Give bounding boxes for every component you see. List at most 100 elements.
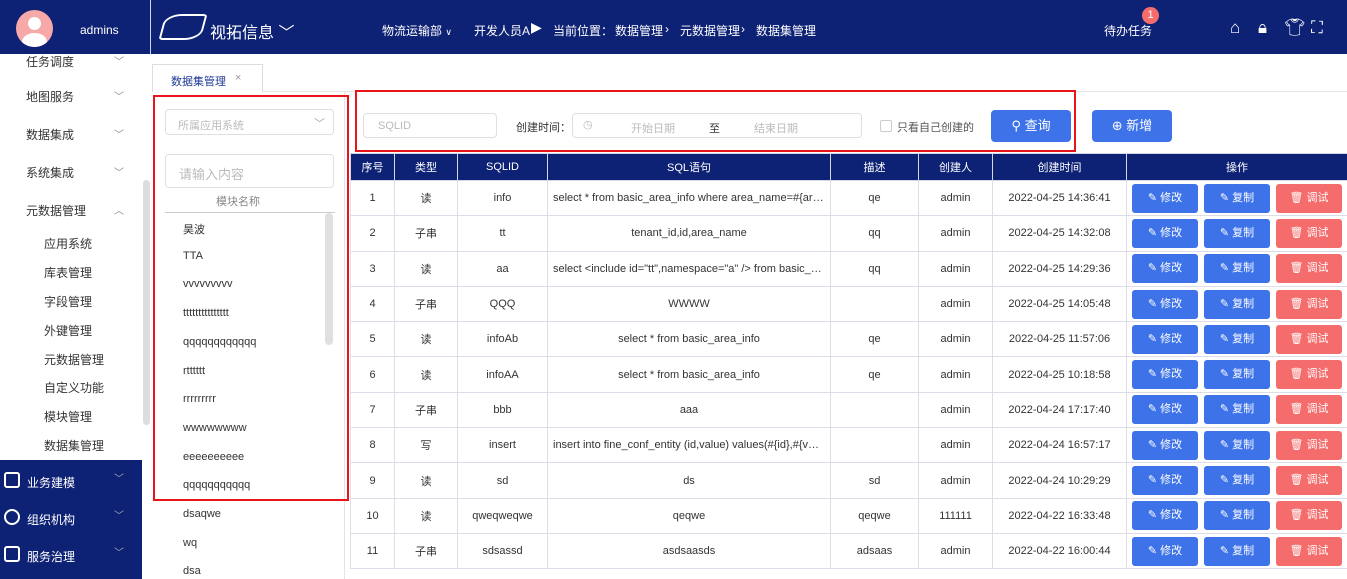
- module-list-item[interactable]: vvvvvvvvv: [183, 278, 233, 290]
- sidebar-subitem[interactable]: 字段管理: [44, 293, 92, 310]
- column-header: 创建人: [918, 153, 993, 181]
- only-mine-checkbox[interactable]: [880, 120, 892, 132]
- sidebar-item-data-integration[interactable]: 数据集成: [26, 126, 74, 143]
- sidebar-subitem[interactable]: 自定义功能: [44, 379, 104, 396]
- table-row: 9 读 sd ds sd admin 2022-04-24 10:29:29 ✎ 修改 ✎ 复制…: [350, 462, 1347, 499]
- row-index: 2: [350, 215, 395, 252]
- edit-button[interactable]: ✎ 修改: [1132, 501, 1198, 531]
- module-search-input[interactable]: 请输入内容: [165, 154, 334, 188]
- breadcrumb-item[interactable]: 元数据管理: [680, 22, 740, 39]
- debug-button[interactable]: 🗑︎ 调试: [1276, 289, 1342, 319]
- edit-button[interactable]: ✎ 修改: [1132, 430, 1198, 460]
- edit-button[interactable]: ✎ 修改: [1132, 289, 1198, 319]
- debug-button[interactable]: 🗑︎ 调试: [1276, 395, 1342, 425]
- sqlid-input[interactable]: SQLID: [363, 113, 497, 138]
- copy-button[interactable]: ✎ 复制: [1204, 183, 1270, 213]
- location-label: 当前位置：: [553, 24, 614, 38]
- edit-button[interactable]: ✎ 修改: [1132, 183, 1198, 213]
- copy-button[interactable]: ✎ 复制: [1204, 360, 1270, 390]
- pencil-icon: ✎: [1219, 191, 1230, 204]
- sidebar-item-service-governance[interactable]: 服务治理 ﹀: [0, 536, 142, 573]
- breadcrumb-item[interactable]: 数据管理: [615, 22, 663, 39]
- debug-button[interactable]: 🗑︎ 调试: [1276, 536, 1342, 566]
- module-list-item[interactable]: ttttttttttttttt: [183, 307, 229, 319]
- date-range-picker[interactable]: ◷ 开始日期 至 结束日期: [572, 113, 862, 138]
- pencil-icon: ✎: [1147, 509, 1158, 522]
- sidebar-item-business-modeling[interactable]: 业务建模 ﹀: [0, 462, 142, 499]
- copy-button[interactable]: ✎ 复制: [1204, 466, 1270, 496]
- edit-button[interactable]: ✎ 修改: [1132, 466, 1198, 496]
- debug-button[interactable]: 🗑︎ 调试: [1276, 218, 1342, 248]
- close-icon[interactable]: ×: [235, 72, 241, 84]
- module-list-item[interactable]: eeeeeeeeee: [183, 451, 244, 463]
- edit-button[interactable]: ✎ 修改: [1132, 254, 1198, 284]
- add-button[interactable]: ⊕ 新增: [1092, 110, 1172, 142]
- sidebar-item-metadata[interactable]: 元数据管理: [26, 202, 86, 219]
- copy-button[interactable]: ✎ 复制: [1204, 218, 1270, 248]
- sidebar-item-task-scheduling[interactable]: 任务调度: [26, 54, 74, 70]
- table-row: 10 读 qweqweqwe qeqwe qeqwe 111111 2022-04-22 1…: [350, 497, 1347, 534]
- fullscreen-icon[interactable]: ⛶: [1311, 18, 1323, 38]
- brand-switcher[interactable]: 视拓信息 ﹀: [210, 19, 294, 43]
- debug-button[interactable]: 🗑︎ 调试: [1276, 183, 1342, 213]
- avatar[interactable]: [16, 10, 53, 47]
- debug-button[interactable]: 🗑︎ 调试: [1276, 501, 1342, 531]
- module-list-item[interactable]: rrrrrrrrr: [183, 393, 216, 405]
- sidebar-subitem[interactable]: 外键管理: [44, 322, 92, 339]
- todo-tasks[interactable]: 待办任务: [1104, 22, 1152, 39]
- shirt-icon[interactable]: 👕︎: [1284, 18, 1306, 38]
- play-arrow-icon: ▶: [531, 19, 542, 35]
- tab-dataset-management[interactable]: 数据集管理 ×: [152, 64, 263, 92]
- module-list-item[interactable]: rtttttt: [183, 365, 205, 377]
- query-button[interactable]: ⚲ 查询: [991, 110, 1071, 142]
- label: 修改: [1160, 438, 1183, 451]
- copy-button[interactable]: ✎ 复制: [1204, 501, 1270, 531]
- chevron-down-icon: ﹀: [114, 548, 124, 559]
- only-mine-label[interactable]: 只看自己创建的: [897, 119, 974, 135]
- debug-button[interactable]: 🗑︎ 调试: [1276, 360, 1342, 390]
- debug-button[interactable]: 🗑︎ 调试: [1276, 430, 1342, 460]
- edit-button[interactable]: ✎ 修改: [1132, 324, 1198, 354]
- copy-button[interactable]: ✎ 复制: [1204, 536, 1270, 566]
- top-bar: admins 视拓信息 ﹀ 物流运输部 ∨ 开发人员A ▶ 当前位置： 数据管理…: [0, 0, 1347, 54]
- copy-button[interactable]: ✎ 复制: [1204, 324, 1270, 354]
- sidebar-subitem[interactable]: 模块管理: [44, 408, 92, 425]
- debug-button[interactable]: 🗑︎ 调试: [1276, 466, 1342, 496]
- dept-switcher[interactable]: 物流运输部 ∨: [382, 22, 452, 39]
- sidebar-item-organization[interactable]: 组织机构 ﹀: [0, 499, 142, 536]
- end-date-input[interactable]: 结束日期: [754, 120, 798, 136]
- edit-button[interactable]: ✎ 修改: [1132, 218, 1198, 248]
- app-system-select[interactable]: 所属应用系统 ﹀: [165, 109, 334, 135]
- module-list-item[interactable]: TTA: [183, 250, 203, 262]
- module-list-item[interactable]: wq: [183, 537, 197, 549]
- module-list-item[interactable]: wwwwwwww: [183, 422, 247, 434]
- debug-button[interactable]: 🗑︎ 调试: [1276, 324, 1342, 354]
- module-list-item[interactable]: dsaqwe: [183, 508, 221, 520]
- module-list-item[interactable]: qqqqqqqqqqqq: [183, 336, 256, 348]
- sidebar-subitem[interactable]: 库表管理: [44, 264, 92, 281]
- row-sqlid: qweqweqwe: [457, 497, 548, 534]
- label: 复制: [1232, 544, 1255, 557]
- sidebar-item-map-service[interactable]: 地图服务: [26, 88, 74, 105]
- sidebar-subitem[interactable]: 元数据管理: [44, 351, 104, 368]
- edit-button[interactable]: ✎ 修改: [1132, 536, 1198, 566]
- sidebar-subitem-active[interactable]: 数据集管理: [44, 437, 104, 454]
- start-date-input[interactable]: 开始日期: [631, 120, 675, 136]
- copy-button[interactable]: ✎ 复制: [1204, 395, 1270, 425]
- copy-button[interactable]: ✎ 复制: [1204, 254, 1270, 284]
- module-list-item[interactable]: dsa: [183, 565, 201, 577]
- home-icon[interactable]: ⌂: [1230, 18, 1240, 38]
- sidebar-subitem[interactable]: 应用系统: [44, 235, 92, 252]
- lock-icon[interactable]: 🔒︎: [1258, 18, 1267, 38]
- copy-button[interactable]: ✎ 复制: [1204, 289, 1270, 319]
- module-list-item[interactable]: 昊波: [183, 221, 205, 237]
- edit-button[interactable]: ✎ 修改: [1132, 360, 1198, 390]
- row-sqlid: insert: [457, 427, 548, 464]
- sidebar-item-system-integration[interactable]: 系统集成: [26, 164, 74, 181]
- module-list-item[interactable]: qqqqqqqqqqq: [183, 479, 250, 491]
- copy-button[interactable]: ✎ 复制: [1204, 430, 1270, 460]
- sidebar-scrollbar[interactable]: [143, 180, 150, 425]
- edit-button[interactable]: ✎ 修改: [1132, 395, 1198, 425]
- debug-button[interactable]: 🗑︎ 调试: [1276, 254, 1342, 284]
- list-scrollbar[interactable]: [325, 213, 333, 345]
